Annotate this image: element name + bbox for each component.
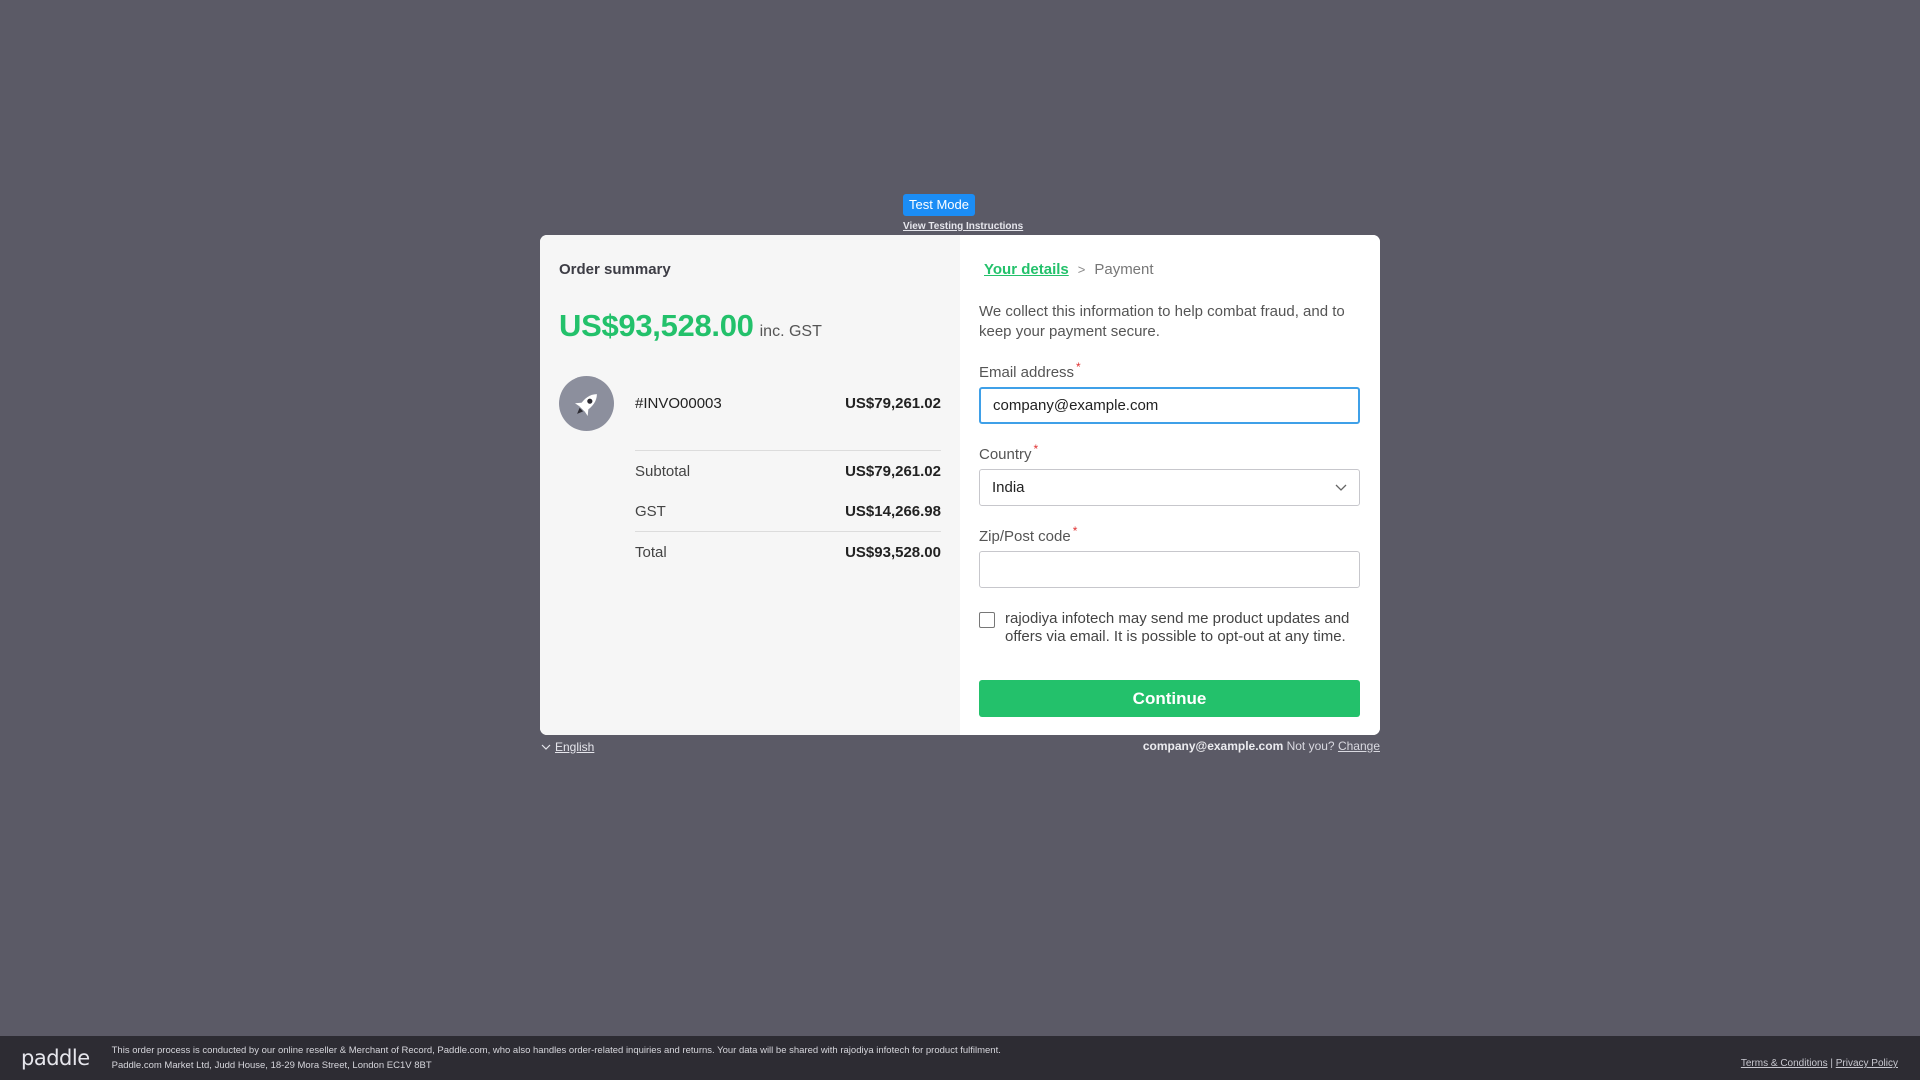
tax-row: GST US$14,266.98 bbox=[635, 491, 941, 531]
total-value: US$93,528.00 bbox=[845, 543, 941, 561]
chevron-right-icon: > bbox=[1077, 262, 1086, 277]
email-label: Email address * bbox=[979, 360, 1360, 381]
country-label-text: Country bbox=[979, 446, 1032, 463]
country-select-value: India bbox=[992, 479, 1025, 496]
order-summary-title: Order summary bbox=[559, 261, 671, 278]
required-marker: * bbox=[1076, 360, 1081, 374]
order-breakdown: Subtotal US$79,261.02 GST US$14,266.98 T… bbox=[635, 450, 941, 572]
footer-legal-text: This order process is conducted by our o… bbox=[112, 1043, 1001, 1073]
paddle-logo: paddle bbox=[21, 1046, 90, 1070]
breadcrumb-payment: Payment bbox=[1094, 261, 1154, 278]
privacy-link[interactable]: Privacy Policy bbox=[1836, 1058, 1898, 1069]
order-total-tax-note: inc. GST bbox=[759, 323, 822, 340]
view-testing-instructions-link[interactable]: View Testing Instructions bbox=[903, 221, 1023, 232]
breadcrumb-your-details[interactable]: Your details bbox=[984, 261, 1069, 278]
account-info: company@example.com Not you? Change bbox=[1143, 739, 1380, 753]
test-mode-badge: Test Mode bbox=[903, 194, 975, 216]
zip-field[interactable] bbox=[979, 551, 1360, 588]
tax-value: US$14,266.98 bbox=[845, 502, 941, 520]
order-total-amount: US$93,528.00 bbox=[559, 308, 754, 343]
language-label[interactable]: English bbox=[555, 740, 594, 754]
account-email: company@example.com bbox=[1142, 739, 1284, 753]
change-account-link[interactable]: Change bbox=[1338, 739, 1380, 753]
chevron-down-icon bbox=[1335, 479, 1347, 496]
required-marker: * bbox=[1033, 442, 1039, 456]
country-select[interactable]: India bbox=[979, 469, 1360, 506]
order-item-name: #INVO00003 bbox=[635, 395, 722, 412]
order-summary-panel: Order summary US$93,528.00 inc. GST #INV… bbox=[540, 235, 960, 735]
footer-line-2: Paddle.com Market Ltd, Judd House, 18-29… bbox=[111, 1060, 432, 1071]
order-total-display: US$93,528.00 inc. GST bbox=[559, 308, 941, 344]
chevron-down-icon bbox=[541, 740, 551, 754]
language-selector[interactable]: English bbox=[541, 740, 594, 754]
footer-line-1: This order process is conducted by our o… bbox=[111, 1045, 1001, 1056]
marketing-consent-checkbox[interactable] bbox=[979, 612, 995, 628]
footer-links: Terms & Conditions | Privacy Policy bbox=[1741, 1058, 1898, 1069]
subtotal-row: Subtotal US$79,261.02 bbox=[635, 451, 941, 491]
subtotal-value: US$79,261.02 bbox=[845, 462, 941, 480]
total-row: Total US$93,528.00 bbox=[635, 532, 941, 572]
email-field[interactable]: company@example.com bbox=[979, 387, 1360, 424]
zip-label: Zip/Post code * bbox=[979, 524, 1360, 545]
breadcrumb: Your details > Payment bbox=[979, 261, 1360, 278]
order-item-price: US$79,261.02 bbox=[845, 395, 941, 412]
marketing-consent-row: rajodiya infotech may send me product up… bbox=[979, 610, 1360, 646]
not-you-text: Not you? bbox=[1286, 739, 1335, 753]
rocket-icon bbox=[559, 376, 614, 431]
checkout-modal: Order summary US$93,528.00 inc. GST #INV… bbox=[540, 235, 1380, 735]
tax-label: GST bbox=[635, 502, 666, 520]
order-item: #INVO00003 US$79,261.02 bbox=[559, 376, 941, 431]
country-label: Country * bbox=[979, 442, 1360, 463]
total-label: Total bbox=[635, 543, 667, 561]
continue-button[interactable]: Continue bbox=[979, 680, 1360, 717]
terms-link[interactable]: Terms & Conditions bbox=[1741, 1058, 1828, 1069]
email-label-text: Email address bbox=[979, 364, 1075, 381]
required-marker: * bbox=[1072, 524, 1078, 538]
zip-label-text: Zip/Post code bbox=[979, 528, 1071, 545]
details-form-panel: Your details > Payment We collect this i… bbox=[960, 235, 1380, 735]
subtotal-label: Subtotal bbox=[635, 462, 691, 480]
footer: paddle This order process is conducted b… bbox=[0, 1036, 1920, 1080]
marketing-consent-label[interactable]: rajodiya infotech may send me product up… bbox=[1005, 610, 1360, 646]
fraud-info-text: We collect this information to help comb… bbox=[979, 303, 1345, 340]
link-separator: | bbox=[1830, 1058, 1833, 1069]
